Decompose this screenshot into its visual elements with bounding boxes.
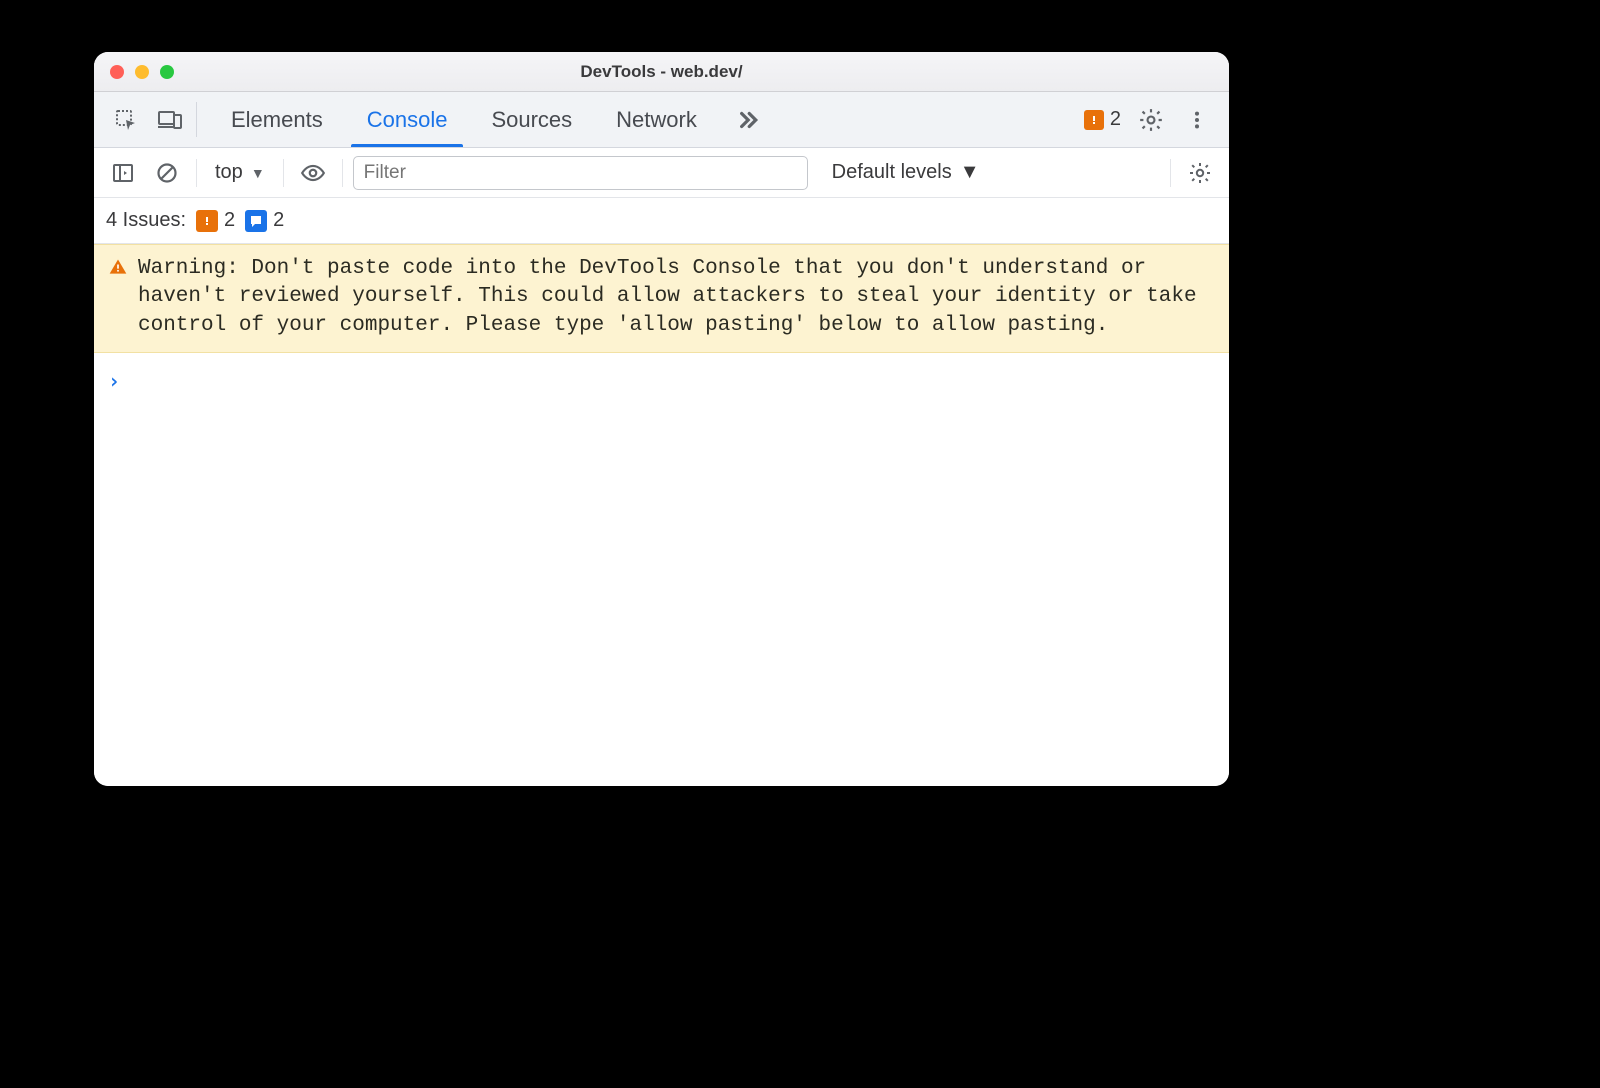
warning-triangle-icon bbox=[108, 257, 128, 277]
tab-network[interactable]: Network bbox=[594, 92, 719, 147]
dropdown-triangle-icon: ▼ bbox=[960, 161, 980, 184]
tab-console[interactable]: Console bbox=[345, 92, 470, 147]
clear-console-icon[interactable] bbox=[148, 154, 186, 192]
context-label: top bbox=[215, 161, 243, 184]
issues-blue-group: 2 bbox=[245, 209, 284, 232]
issues-label: 4 Issues: bbox=[106, 209, 186, 232]
levels-label: Default levels bbox=[832, 161, 952, 184]
tabbar-right: 2 bbox=[1080, 92, 1223, 147]
window-title: DevTools - web.dev/ bbox=[94, 62, 1229, 82]
live-expression-eye-icon[interactable] bbox=[294, 154, 332, 192]
more-options-icon[interactable] bbox=[1177, 109, 1217, 131]
tab-elements[interactable]: Elements bbox=[209, 92, 345, 147]
window-controls bbox=[94, 65, 174, 79]
panel-tabs: Elements Console Sources Network bbox=[209, 92, 773, 147]
devtools-window: DevTools - web.dev/ Elements Console Sou… bbox=[94, 52, 1229, 786]
console-settings-gear-icon[interactable] bbox=[1181, 154, 1219, 192]
device-toolbar-icon[interactable] bbox=[148, 92, 192, 147]
warning-chip-icon bbox=[196, 210, 218, 232]
toggle-sidebar-icon[interactable] bbox=[104, 154, 142, 192]
issues-badge[interactable]: 2 bbox=[1080, 108, 1125, 131]
toolbar-divider bbox=[196, 159, 197, 187]
info-chip-icon bbox=[245, 210, 267, 232]
log-levels-dropdown[interactable]: Default levels ▼ bbox=[832, 161, 980, 184]
main-tabbar: Elements Console Sources Network 2 bbox=[94, 92, 1229, 148]
console-toolbar: top ▼ Default levels ▼ bbox=[94, 148, 1229, 198]
toolbar-divider bbox=[196, 102, 197, 137]
maximize-window-button[interactable] bbox=[160, 65, 174, 79]
issues-orange-group: 2 bbox=[196, 209, 235, 232]
error-count: 2 bbox=[1110, 108, 1121, 131]
paste-warning-banner: Warning: Don't paste code into the DevTo… bbox=[94, 244, 1229, 353]
console-body: Warning: Don't paste code into the DevTo… bbox=[94, 244, 1229, 786]
filter-input[interactable] bbox=[353, 156, 808, 190]
more-tabs-button[interactable] bbox=[719, 92, 773, 147]
toolbar-divider bbox=[283, 159, 284, 187]
console-prompt[interactable]: › bbox=[94, 353, 1229, 409]
issues-bar[interactable]: 4 Issues: 2 2 bbox=[94, 198, 1229, 244]
close-window-button[interactable] bbox=[110, 65, 124, 79]
issues-blue-count: 2 bbox=[273, 209, 284, 232]
titlebar: DevTools - web.dev/ bbox=[94, 52, 1229, 92]
warning-text: Warning: Don't paste code into the DevTo… bbox=[138, 255, 1211, 340]
toolbar-divider bbox=[1170, 159, 1171, 187]
tab-sources[interactable]: Sources bbox=[469, 92, 594, 147]
minimize-window-button[interactable] bbox=[135, 65, 149, 79]
context-dropdown[interactable]: top ▼ bbox=[207, 161, 273, 184]
inspect-element-icon[interactable] bbox=[104, 92, 148, 147]
settings-gear-icon[interactable] bbox=[1131, 107, 1171, 133]
toolbar-divider bbox=[342, 159, 343, 187]
prompt-caret-icon: › bbox=[108, 369, 120, 393]
issues-orange-count: 2 bbox=[224, 209, 235, 232]
dropdown-triangle-icon: ▼ bbox=[251, 165, 265, 181]
error-chip-icon bbox=[1084, 110, 1104, 130]
